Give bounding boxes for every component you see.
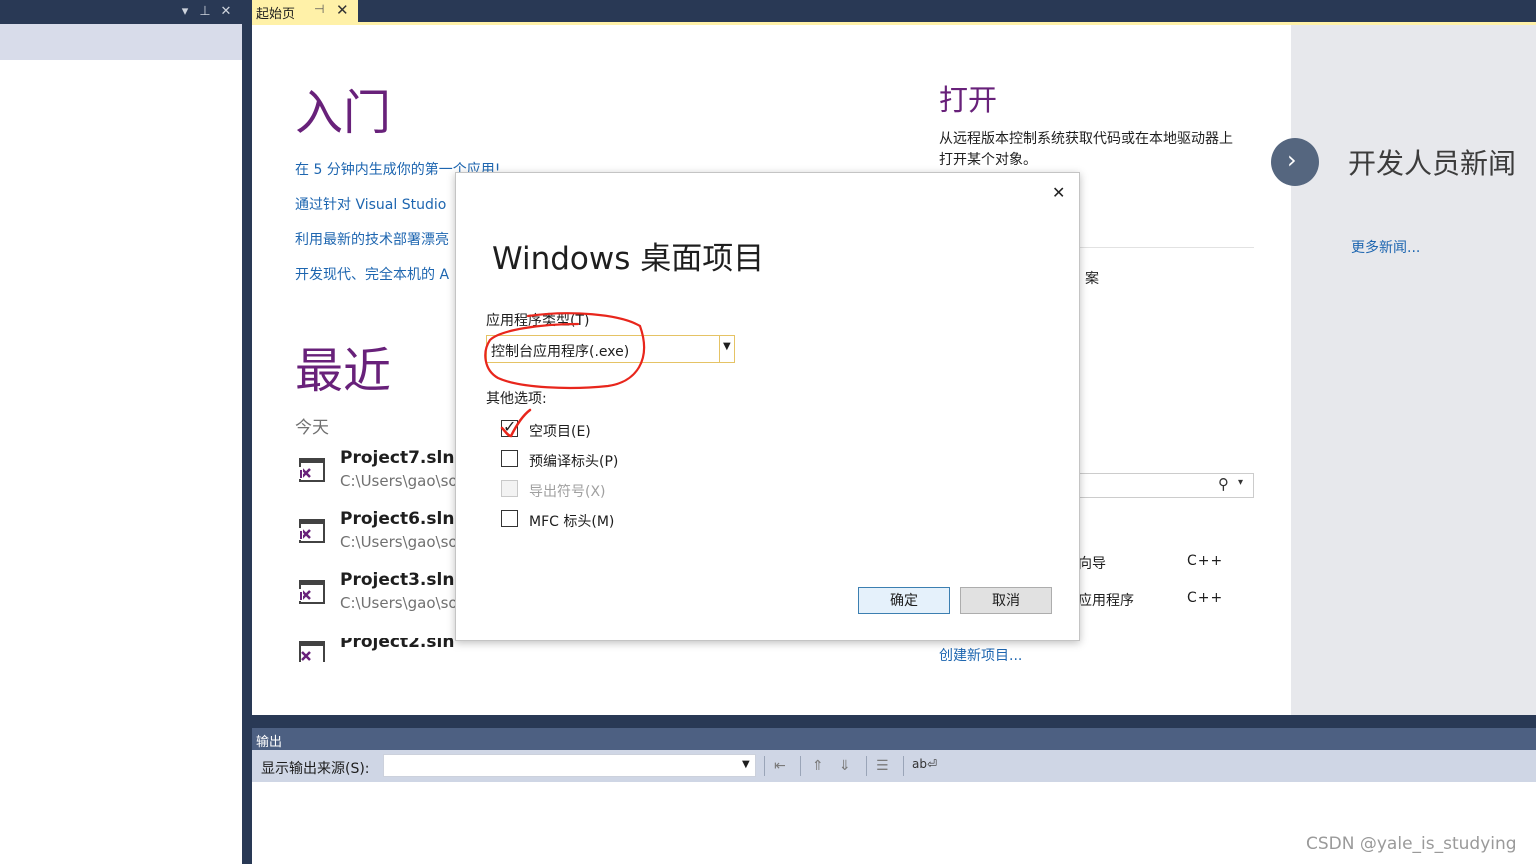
more-news-link[interactable]: 更多新闻...: [1351, 237, 1420, 257]
recent-item-name: Project2.sln: [340, 638, 455, 652]
close-icon[interactable]: ✕: [217, 3, 235, 21]
dropdown-arrow-icon[interactable]: ▾: [176, 3, 194, 21]
tab-pin-icon[interactable]: ⊣: [314, 2, 324, 16]
pin-icon[interactable]: ⊥: [196, 3, 214, 21]
red-annotation-circle: [484, 312, 646, 438]
toolbar-separator: [764, 756, 765, 776]
solution-icon: [299, 641, 325, 662]
open-title: 打开: [939, 83, 998, 117]
cancel-button[interactable]: 取消: [960, 587, 1052, 614]
option-precompiled-header[interactable]: 预编译标头(P): [501, 449, 701, 471]
ok-button[interactable]: 确定: [858, 587, 950, 614]
option-label: MFC 标头(M): [529, 514, 615, 530]
dialog-close-icon[interactable]: ✕: [1052, 183, 1065, 202]
chevron-right-icon: ›: [1287, 146, 1297, 174]
left-panel-header: ▾ ⊥ ✕: [0, 0, 242, 24]
output-source-select[interactable]: ▼: [383, 754, 756, 777]
chevron-down-icon[interactable]: ▾: [1238, 477, 1243, 488]
left-tool-panel: [0, 0, 242, 864]
clear-all-icon[interactable]: ☰: [876, 758, 889, 774]
chevron-down-icon[interactable]: ▼: [723, 341, 731, 352]
find-message-icon[interactable]: ⇤: [774, 758, 786, 774]
chevron-down-icon[interactable]: ▼: [742, 759, 750, 770]
precompiled-header-checkbox[interactable]: [501, 450, 518, 467]
recent-title: 最近: [295, 343, 392, 399]
option-mfc-header[interactable]: MFC 标头(M): [501, 509, 701, 531]
export-symbols-checkbox: [501, 480, 518, 497]
document-tab-strip: [252, 0, 1536, 22]
template-name[interactable]: 应用程序: [1078, 590, 1134, 610]
news-title: 开发人员新闻: [1348, 147, 1517, 180]
toolbar-separator: [800, 756, 801, 776]
tab-start-page[interactable]: 起始页 ⊣ ✕: [252, 0, 358, 22]
get-started-title: 入门: [295, 85, 392, 141]
dialog-title: Windows 桌面项目: [492, 241, 765, 277]
tab-close-icon[interactable]: ✕: [336, 1, 349, 19]
template-search-box[interactable]: ⚲ ▾: [1078, 473, 1254, 498]
solution-icon: [298, 519, 325, 543]
recent-item[interactable]: Project3.sln C:\Users\gao\so: [298, 570, 458, 627]
expand-news-button[interactable]: ›: [1271, 138, 1319, 186]
recent-item-path: C:\Users\gao\so: [340, 594, 458, 612]
watermark: CSDN @yale_is_studying: [1306, 834, 1517, 854]
template-language: C++: [1187, 553, 1224, 569]
recent-item[interactable]: Project2.sln: [298, 638, 458, 662]
tab-label: 起始页: [256, 7, 296, 22]
recent-item[interactable]: Project7.sln C:\Users\gao\so: [298, 448, 458, 505]
option-label: 导出符号(X): [529, 484, 606, 500]
get-started-link-3[interactable]: 利用最新的技术部署漂亮: [295, 229, 449, 249]
toolbar-separator: [866, 756, 867, 776]
left-panel-toolbar: [0, 24, 242, 60]
output-toolbar: 显示输出来源(S): ▼ ⇤ ⇑ ⇓ ☰ ab⏎: [252, 750, 1536, 782]
open-item-partial[interactable]: 案: [1085, 268, 1099, 288]
get-started-link-4[interactable]: 开发现代、完全本机的 A: [295, 264, 449, 284]
option-label: 预编译标头(P): [529, 454, 619, 470]
get-started-link-2[interactable]: 通过针对 Visual Studio: [295, 194, 446, 214]
recent-item-name: Project3.sln: [340, 570, 455, 590]
solution-icon: [298, 580, 325, 604]
toolbar-separator: [903, 756, 904, 776]
select-divider: [719, 336, 720, 362]
output-title: 输出: [256, 735, 283, 750]
word-wrap-icon[interactable]: ab⏎: [912, 757, 937, 771]
recent-group-today: 今天: [295, 418, 329, 438]
template-name[interactable]: 向导: [1078, 553, 1106, 573]
search-icon[interactable]: ⚲: [1218, 475, 1229, 493]
recent-item-path: C:\Users\gao\so: [340, 472, 458, 490]
next-message-icon[interactable]: ⇓: [839, 758, 851, 774]
output-panel-header: 输出: [252, 728, 1536, 750]
create-new-project-link[interactable]: 创建新项目...: [939, 645, 1022, 665]
open-description-line2: 打开某个对象。: [939, 152, 1037, 168]
previous-message-icon[interactable]: ⇑: [812, 758, 824, 774]
open-description-line1: 从远程版本控制系统获取代码或在本地驱动器上: [939, 131, 1233, 147]
recent-item-name: Project6.sln: [340, 509, 455, 529]
mfc-header-checkbox[interactable]: [501, 510, 518, 527]
option-export-symbols: 导出符号(X): [501, 479, 701, 501]
recent-item-name: Project7.sln: [340, 448, 455, 468]
solution-icon: [298, 458, 325, 482]
template-language: C++: [1187, 590, 1224, 606]
developer-news-panel: › 开发人员新闻 更多新闻...: [1271, 25, 1536, 715]
recent-item-path: C:\Users\gao\so: [340, 533, 458, 551]
recent-item[interactable]: Project6.sln C:\Users\gao\so: [298, 509, 458, 566]
splitter[interactable]: [242, 0, 252, 864]
output-source-label: 显示输出来源(S):: [261, 761, 370, 777]
